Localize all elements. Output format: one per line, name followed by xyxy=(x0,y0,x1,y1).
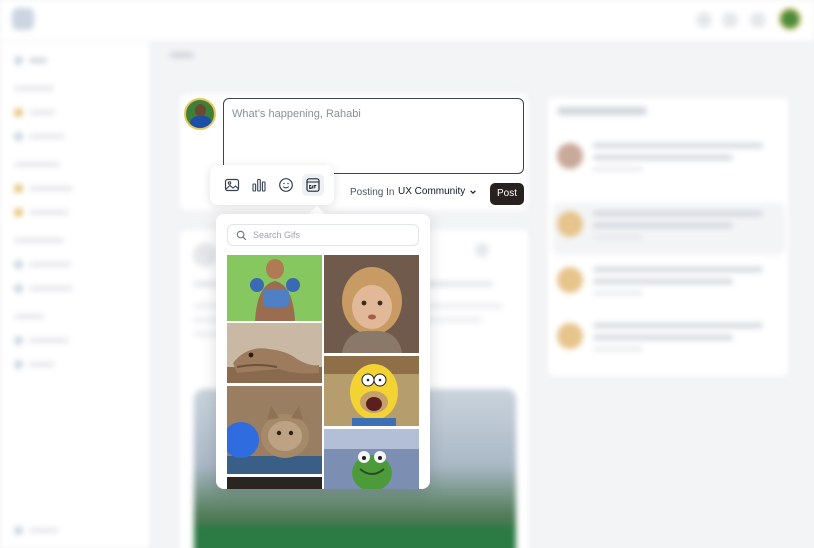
post-textarea[interactable]: What’s happening, Rahabi xyxy=(223,98,524,174)
gif-thumbnail[interactable] xyxy=(227,323,322,383)
gif-thumbnail[interactable] xyxy=(324,356,419,426)
gif-lizard xyxy=(227,323,322,383)
gif-man-gloves xyxy=(227,255,322,321)
bell-icon xyxy=(750,12,766,28)
gif-search-input[interactable] xyxy=(253,230,413,240)
app-logo-icon xyxy=(12,8,34,30)
add-emoji-button[interactable] xyxy=(275,174,297,196)
gif-dark xyxy=(227,478,322,489)
gif-picker-panel xyxy=(216,214,430,489)
search-icon xyxy=(236,230,247,240)
attachment-toolbar xyxy=(210,165,334,205)
page-header xyxy=(150,42,814,70)
add-image-button[interactable] xyxy=(221,174,243,196)
image-icon xyxy=(224,178,239,192)
recent-activities-panel xyxy=(546,96,790,378)
message-icon xyxy=(722,12,738,28)
left-sidebar xyxy=(0,42,150,548)
posting-in-label: Posting In xyxy=(350,187,395,198)
gif-thumbnail[interactable] xyxy=(227,477,322,489)
emoji-icon xyxy=(278,178,293,192)
gif-thumbnail[interactable] xyxy=(227,255,322,321)
poll-chart-icon xyxy=(251,178,266,192)
post-placeholder: What’s happening, Rahabi xyxy=(232,108,361,120)
gif-little-girl xyxy=(324,255,419,353)
search-icon xyxy=(696,12,712,28)
gif-thumbnail[interactable] xyxy=(324,255,419,353)
community-name: UX Community xyxy=(398,186,466,197)
gif-cat xyxy=(227,386,322,474)
community-dropdown[interactable]: UX Community xyxy=(398,186,477,197)
gif-thumbnail[interactable] xyxy=(227,386,322,474)
add-poll-button[interactable] xyxy=(248,174,270,196)
gif-homer-simpson xyxy=(324,356,419,426)
gif-thumbnail[interactable] xyxy=(324,429,419,489)
gif-kermit xyxy=(324,429,419,489)
gif-search-box[interactable] xyxy=(227,224,419,246)
gif-icon xyxy=(305,178,320,192)
chevron-down-icon xyxy=(470,189,477,194)
profile-avatar xyxy=(779,8,801,30)
add-gif-button[interactable] xyxy=(301,174,324,196)
gif-picker-pointer xyxy=(309,206,325,214)
post-button[interactable]: Post xyxy=(490,183,524,205)
top-navbar xyxy=(0,0,814,42)
user-avatar xyxy=(184,98,216,130)
